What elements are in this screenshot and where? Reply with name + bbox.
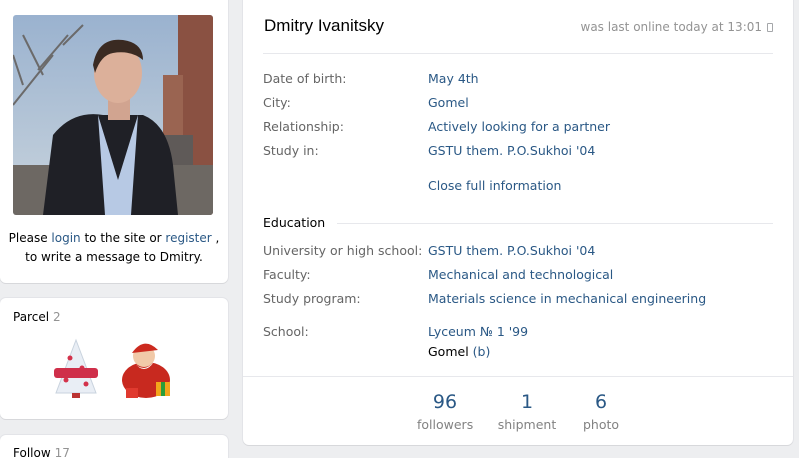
- school-city-name: Gomel: [428, 344, 469, 359]
- mobile-icon: [767, 22, 773, 32]
- parcel-header[interactable]: Parcel 2: [13, 310, 61, 324]
- info-row: Date of birth: May 4th: [263, 71, 773, 87]
- profile-card: Dmitry Ivanitsky was last online today a…: [243, 0, 793, 445]
- gift-santa-icon[interactable]: [122, 343, 170, 398]
- relationship-link[interactable]: Actively looking for a partner: [428, 119, 610, 135]
- follow-header[interactable]: Follow 17: [13, 446, 70, 458]
- login-note-text: to the site or: [80, 231, 166, 245]
- login-note-line2: to write a message to Dmitry.: [25, 250, 203, 264]
- counter-number: 1: [520, 391, 534, 413]
- education-row: Study program: Materials science in mech…: [263, 291, 773, 307]
- gift-list: [54, 338, 170, 398]
- city-link[interactable]: Gomel: [428, 95, 469, 111]
- online-status: was last online today at 13:01: [580, 20, 773, 34]
- close-full-info-link[interactable]: Close full information: [428, 178, 561, 193]
- profile-photo-image: [13, 15, 213, 215]
- info-label: Study in:: [263, 143, 319, 158]
- education-row: University or high school: GSTU them. P.…: [263, 243, 773, 259]
- login-note: Please login to the site or register , t…: [0, 229, 228, 267]
- parcel-count: 2: [53, 310, 61, 324]
- follow-block: Follow 17: [0, 435, 228, 458]
- info-row: Study in: GSTU them. P.O.Sukhoi '04: [263, 143, 773, 159]
- faculty-link[interactable]: Mechanical and technological: [428, 267, 613, 283]
- page-title: Dmitry Ivanitsky: [264, 16, 384, 35]
- login-note-text: ,: [211, 231, 220, 245]
- education-label: University or high school:: [263, 243, 423, 258]
- education-label: School:: [263, 324, 309, 339]
- counter-label: followers: [417, 417, 474, 432]
- school-city: Gomel (b): [428, 344, 490, 359]
- education-divider: [263, 223, 773, 224]
- info-row: City: Gomel: [263, 95, 773, 111]
- info-label: City:: [263, 95, 291, 110]
- register-link[interactable]: register: [165, 231, 211, 245]
- education-row: Faculty: Mechanical and technological: [263, 267, 773, 283]
- counter-label: shipment: [497, 417, 557, 432]
- counter-number: 96: [432, 391, 458, 413]
- follow-title: Follow: [13, 446, 51, 458]
- parcel-title: Parcel: [13, 310, 50, 324]
- counter-number: 6: [594, 391, 608, 413]
- profile-photo[interactable]: [13, 15, 213, 215]
- study-link[interactable]: GSTU them. P.O.Sukhoi '04: [428, 143, 595, 159]
- school-link[interactable]: Lyceum № 1 '99: [428, 324, 528, 340]
- shipment-counter[interactable]: 1 shipment: [497, 391, 557, 432]
- parcel-block: Parcel 2: [0, 298, 228, 419]
- info-label: Date of birth:: [263, 71, 347, 86]
- study-program-link[interactable]: Materials science in mechanical engineer…: [428, 291, 706, 307]
- login-note-text: Please: [8, 231, 52, 245]
- education-heading: Education: [263, 215, 338, 230]
- birthday-link[interactable]: May 4th: [428, 71, 479, 87]
- education-label: Faculty:: [263, 267, 311, 282]
- followers-counter[interactable]: 96 followers: [417, 391, 473, 432]
- gift-tree-icon[interactable]: [54, 338, 98, 398]
- info-label: Relationship:: [263, 119, 344, 134]
- counters-bar: 96 followers 1 shipment 6 photo: [243, 376, 793, 445]
- school-type-link[interactable]: (b): [473, 344, 491, 359]
- university-link[interactable]: GSTU them. P.O.Sukhoi '04: [428, 243, 595, 259]
- education-label: Study program:: [263, 291, 361, 306]
- header-divider: [263, 53, 773, 54]
- info-row: Relationship: Actively looking for a par…: [263, 119, 773, 135]
- avatar-card: Please login to the site or register , t…: [0, 0, 228, 283]
- online-status-text: was last online today at 13:01: [580, 20, 763, 34]
- photo-counter[interactable]: 6 photo: [581, 391, 621, 432]
- education-row: School: Lyceum № 1 '99: [263, 324, 773, 340]
- login-link[interactable]: login: [51, 231, 80, 245]
- follow-count: 17: [54, 446, 70, 458]
- counter-label: photo: [582, 417, 620, 432]
